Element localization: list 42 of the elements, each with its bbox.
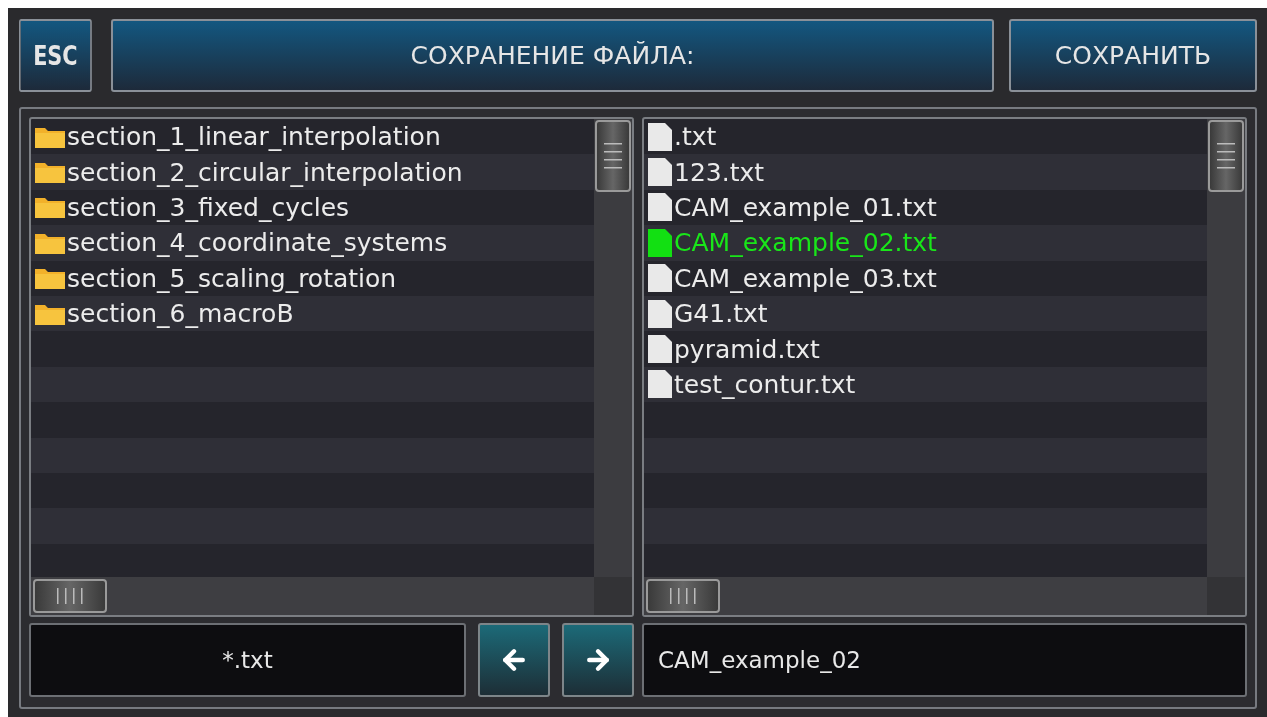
scroll-thumb[interactable] — [646, 579, 720, 613]
scrollbar-corner — [594, 577, 632, 615]
folder-icon — [34, 266, 66, 291]
document-icon — [647, 227, 673, 258]
document-icon — [647, 298, 673, 329]
file-item[interactable]: CAM_example_02.txt — [644, 227, 937, 258]
scrollbar-corner — [1207, 577, 1245, 615]
esc-button[interactable]: ESC — [19, 19, 92, 92]
file-item[interactable]: test_contur.txt — [644, 369, 856, 400]
dialog-title: СОХРАНЕНИЕ ФАЙЛА: — [111, 19, 994, 92]
back-button[interactable] — [478, 623, 550, 697]
document-icon — [647, 334, 673, 365]
document-icon — [647, 121, 673, 152]
horizontal-scrollbar[interactable] — [644, 577, 1207, 615]
document-icon — [647, 369, 673, 400]
forward-button[interactable] — [562, 623, 634, 697]
file-item[interactable]: .txt — [644, 121, 717, 152]
file-item[interactable]: G41.txt — [644, 298, 768, 329]
folder-icon — [34, 160, 66, 185]
document-icon — [647, 192, 673, 223]
vertical-scrollbar[interactable] — [594, 119, 632, 577]
folder-item[interactable]: section_2_circular_interpolation — [31, 157, 463, 187]
folder-item[interactable]: section_5_scaling_rotation — [31, 263, 397, 293]
folder-item[interactable]: section_1_linear_interpolation — [31, 122, 441, 152]
vertical-scrollbar[interactable] — [1207, 119, 1245, 577]
folder-item[interactable]: section_6_macroB — [31, 299, 294, 329]
file-item[interactable]: 123.txt — [644, 157, 765, 188]
save-button[interactable]: СОХРАНИТЬ — [1009, 19, 1257, 92]
scroll-thumb[interactable] — [33, 579, 107, 613]
filename-field[interactable]: CAM_example_02 — [642, 623, 1247, 697]
scroll-thumb[interactable] — [1208, 120, 1244, 192]
file-item[interactable]: pyramid.txt — [644, 334, 820, 365]
document-icon — [647, 157, 673, 188]
filter-field[interactable]: *.txt — [29, 623, 466, 697]
folder-icon — [34, 195, 66, 220]
document-icon — [647, 263, 673, 294]
horizontal-scrollbar[interactable] — [31, 577, 594, 615]
file-item[interactable]: CAM_example_01.txt — [644, 192, 937, 223]
file-item[interactable]: CAM_example_03.txt — [644, 263, 937, 294]
folder-item[interactable]: section_3_fixed_cycles — [31, 192, 350, 222]
folder-item[interactable]: section_4_coordinate_systems — [31, 228, 448, 258]
scroll-thumb[interactable] — [595, 120, 631, 192]
